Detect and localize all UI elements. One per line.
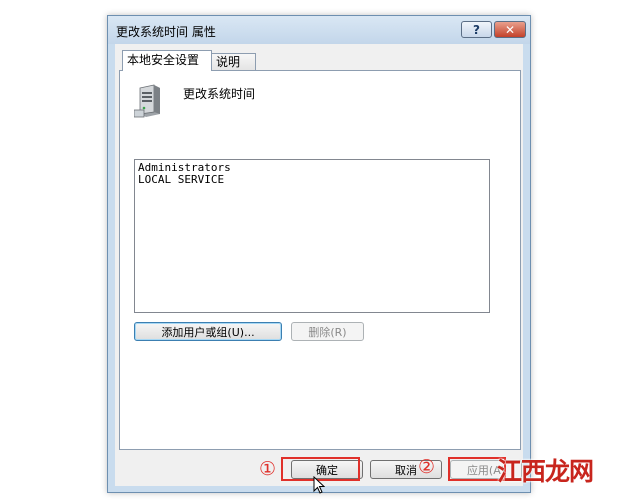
ok-button[interactable]: 确定 [291, 460, 363, 479]
policy-name: 更改系统时间 [183, 87, 256, 101]
help-icon: ? [473, 22, 480, 37]
server-icon [134, 84, 160, 118]
help-button[interactable]: ? [461, 21, 492, 38]
close-icon: ✕ [504, 22, 516, 37]
tab-panel: 更改系统时间 Administrators LOCAL SERVICE 添加用户… [119, 70, 521, 450]
dialog-title: 更改系统时间 属性 [116, 25, 216, 39]
remove-button[interactable]: 删除(R) [291, 322, 364, 341]
tab-explain[interactable]: 说明 [211, 53, 256, 71]
mouse-cursor-icon [313, 476, 325, 494]
close-button[interactable]: ✕ [494, 21, 526, 38]
step-marker-1: ① [259, 458, 277, 480]
list-item[interactable]: LOCAL SERVICE [138, 174, 486, 186]
title-bar[interactable]: 更改系统时间 属性 ? ✕ [108, 16, 530, 44]
tab-local-security-setting[interactable]: 本地安全设置 [122, 50, 212, 71]
properties-dialog: 更改系统时间 属性 ? ✕ 本地安全设置 说明 更改系统时间 Administr… [107, 15, 531, 493]
step-marker-2: ② [418, 456, 436, 478]
watermark-logo: 江西龙网 [497, 457, 594, 486]
add-user-or-group-button[interactable]: 添加用户或组(U)... [134, 322, 282, 341]
dialog-client-area: 本地安全设置 说明 更改系统时间 Administrators LOCAL SE… [115, 44, 523, 486]
members-listbox[interactable]: Administrators LOCAL SERVICE [134, 159, 490, 313]
